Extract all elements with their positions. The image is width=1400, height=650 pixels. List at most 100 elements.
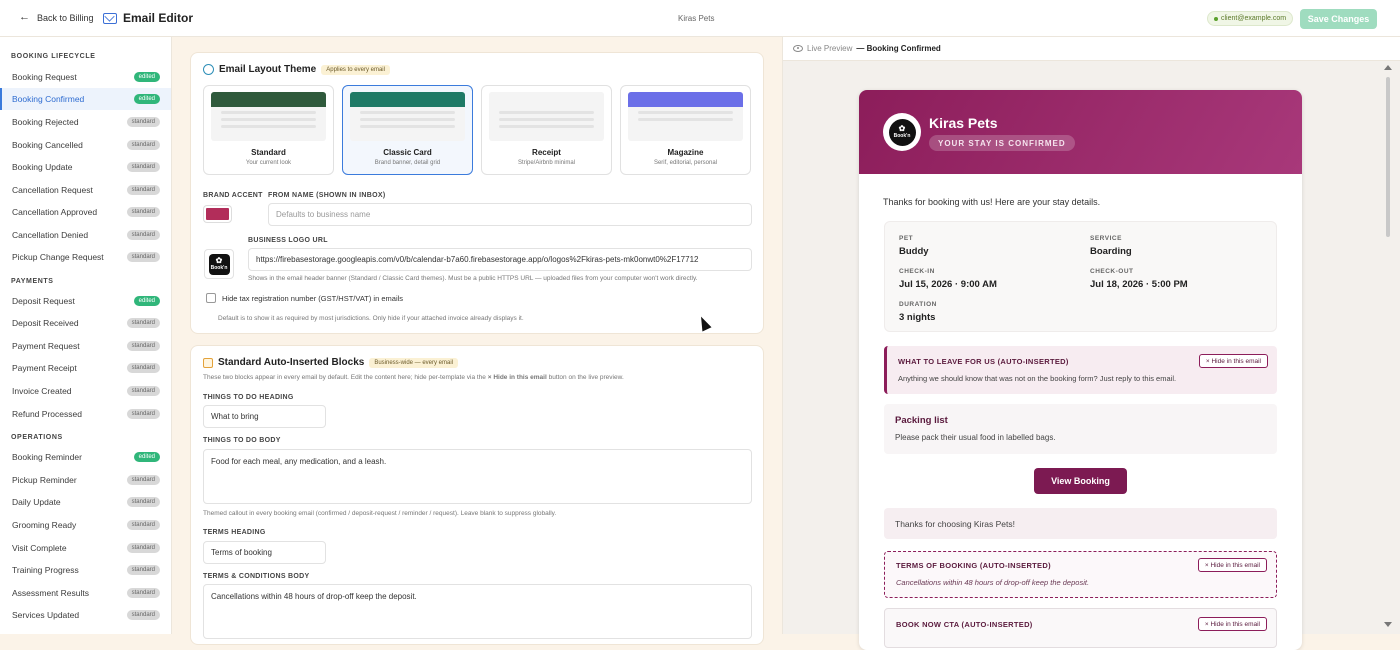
sidebar-item-booking-reminder[interactable]: Booking Reminder edited [0,446,171,468]
logo-url-label: BUSINESS LOGO URL [248,237,328,244]
auto-inserted-blocks-card: Standard Auto-Inserted Blocks Business-w… [190,345,764,645]
terms-body-label: TERMS & CONDITIONS BODY [203,573,310,580]
sidebar-item-label: Training Progress [12,565,79,575]
sidebar-item-label: Services Updated [12,610,80,620]
pet-label: PET [899,235,914,242]
from-name-input[interactable]: Defaults to business name [268,203,752,226]
sidebar-item-booking-confirmed[interactable]: Booking Confirmed edited [0,88,171,110]
checkout-label: CHECK-OUT [1090,268,1134,275]
sidebar-item-services-updated[interactable]: Services Updated standard [0,604,171,626]
sidebar-item-label: Booking Update [12,162,73,172]
hide-in-email-button[interactable]: × Hide in this email [1197,617,1267,631]
status-badge: standard [126,475,160,485]
checkin-value: Jul 15, 2026 · 9:00 AM [899,279,997,290]
sidebar-item-booking-cancelled[interactable]: Booking Cancelled standard [0,134,171,156]
sidebar-item-daily-update[interactable]: Daily Update standard [0,491,171,513]
service-label: SERVICE [1090,235,1122,242]
hide-in-email-button[interactable]: × Hide in this email [1198,354,1268,368]
palette-icon [203,64,214,75]
sidebar-item-booking-request[interactable]: Booking Request edited [0,66,171,88]
sidebar-item-visit-complete[interactable]: Visit Complete standard [0,537,171,559]
sidebar-item-label: Visit Complete [12,543,67,553]
sidebar-item-training-progress[interactable]: Training Progress standard [0,559,171,581]
logo-preview: ✿ Book'n [204,249,234,279]
sidebar-item-label: Payment Request [12,341,80,351]
card-header: Email Layout Theme Applies to every emai… [203,64,390,75]
checkout-value: Jul 18, 2026 · 5:00 PM [1090,279,1188,290]
theme-thumbnail [350,92,465,141]
terms-callout: TERMS OF BOOKING (AUTO-INSERTED) Cancell… [884,551,1277,598]
email-preview: ✿ Book'n Kiras Pets YOUR STAY IS CONFIRME… [859,90,1302,650]
theme-thumbnail [489,92,604,141]
book-now-cta-callout: BOOK NOW CTA (AUTO-INSERTED) × Hide in t… [884,608,1277,648]
status-badge: standard [126,610,160,620]
scroll-up-icon[interactable] [1384,65,1392,70]
sidebar-item-refund-processed[interactable]: Refund Processed standard [0,403,171,425]
theme-desc: Serif, editorial, personal [653,160,718,166]
card-header: Standard Auto-Inserted Blocks Business-w… [203,357,459,368]
stay-details: PET Buddy SERVICE Boarding CHECK-IN Jul … [884,221,1277,332]
theme-option-receipt[interactable]: Receipt Stripe/Airbnb minimal [481,85,612,175]
section-title-payments: PAYMENTS [11,278,54,285]
theme-name: Magazine [667,148,704,157]
status-badge: standard [126,230,160,240]
sidebar-item-grooming-ready[interactable]: Grooming Ready standard [0,514,171,536]
packing-title: Packing list [895,415,948,426]
terms-heading-label: TERMS HEADING [203,529,266,536]
duration-value: 3 nights [899,312,936,323]
sidebar-item-label: Pickup Reminder [12,475,77,485]
status-badge: standard [126,565,160,575]
logo-help-text: Shows in the email header banner (Standa… [248,275,698,282]
sidebar-item-deposit-request[interactable]: Deposit Request edited [0,290,171,312]
hide-tax-checkbox[interactable] [206,293,216,303]
todo-heading-input[interactable]: What to bring [203,405,326,428]
template-sidebar: BOOKING LIFECYCLE Booking Request edited … [0,37,172,634]
preview-scrollbar[interactable] [1384,63,1392,629]
status-badge: standard [126,386,160,396]
callout-body: Anything we should know that was not on … [898,374,1177,383]
todo-body-textarea[interactable]: Food for each meal, any medication, and … [203,449,752,504]
sidebar-item-label: Invoice Created [12,386,72,396]
view-booking-button[interactable]: View Booking [1034,468,1127,494]
save-changes-button[interactable]: Save Changes [1300,9,1377,29]
status-badge: standard [126,185,160,195]
status-badge: standard [126,588,160,598]
checkin-label: CHECK-IN [899,268,935,275]
email-logo: ✿ Book'n [883,113,921,151]
theme-option-standard[interactable]: Standard Your current look [203,85,334,175]
theme-name: Receipt [532,148,561,157]
status-badge: standard [126,117,160,127]
terms-body-textarea[interactable]: Cancellations within 48 hours of drop-of… [203,584,752,639]
sidebar-item-booking-update[interactable]: Booking Update standard [0,156,171,178]
sidebar-item-cancellation-request[interactable]: Cancellation Request standard [0,179,171,201]
logo-url-input[interactable]: https://firebasestorage.googleapis.com/v… [248,248,752,271]
sidebar-item-pickup-reminder[interactable]: Pickup Reminder standard [0,469,171,491]
what-to-leave-callout: WHAT TO LEAVE FOR US (AUTO-INSERTED) Any… [884,346,1277,394]
theme-option-classic-card[interactable]: Classic Card Brand banner, detail grid [342,85,473,175]
back-to-billing-link[interactable]: ← Back to Billing [19,12,94,23]
callout-title: WHAT TO LEAVE FOR US (AUTO-INSERTED) [898,357,1069,366]
status-badge: edited [133,452,160,462]
scroll-thumb[interactable] [1386,77,1390,237]
sidebar-item-cancellation-approved[interactable]: Cancellation Approved standard [0,201,171,223]
brand-accent-swatch[interactable] [204,206,231,222]
sidebar-item-label: Payment Receipt [12,363,77,373]
sidebar-item-invoice-created[interactable]: Invoice Created standard [0,380,171,402]
email-status-pill: YOUR STAY IS CONFIRMED [929,135,1075,151]
sidebar-item-payment-receipt[interactable]: Payment Receipt standard [0,357,171,379]
thanks-callout: Thanks for choosing Kiras Pets! [884,508,1277,539]
theme-desc: Stripe/Airbnb minimal [517,160,576,166]
sidebar-item-cancellation-denied[interactable]: Cancellation Denied standard [0,224,171,246]
sidebar-item-assessment-results[interactable]: Assessment Results standard [0,582,171,604]
section-title-operations: OPERATIONS [11,434,63,441]
sidebar-item-payment-request[interactable]: Payment Request standard [0,335,171,357]
theme-option-magazine[interactable]: Magazine Serif, editorial, personal [620,85,751,175]
status-badge: standard [126,363,160,373]
terms-heading-input[interactable]: Terms of booking [203,541,326,564]
hide-in-email-button[interactable]: × Hide in this email [1197,558,1267,572]
sidebar-item-booking-rejected[interactable]: Booking Rejected standard [0,111,171,133]
sidebar-item-label: Booking Request [12,72,77,82]
sidebar-item-deposit-received[interactable]: Deposit Received standard [0,312,171,334]
scroll-down-icon[interactable] [1384,622,1392,627]
sidebar-item-pickup-change-request[interactable]: Pickup Change Request standard [0,246,171,268]
